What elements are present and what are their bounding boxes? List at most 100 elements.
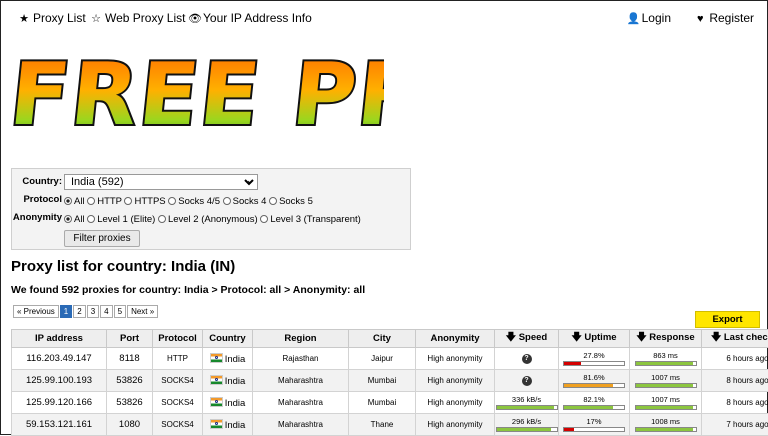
last-checked-cell: 6 hours ago: [702, 348, 768, 370]
speed-cell: ?: [495, 370, 559, 392]
col-header-port[interactable]: Port: [107, 330, 153, 348]
city-cell: Mumbai: [349, 370, 416, 392]
uptime-meter-fill: [564, 406, 613, 409]
col-header-city[interactable]: City: [349, 330, 416, 348]
anonymity-option-transparent[interactable]: Level 3 (Transparent): [260, 214, 360, 225]
ip-cell: 125.99.120.166: [12, 392, 107, 414]
anonymity-cell: High anonymity: [416, 348, 495, 370]
uptime-cell: 17%: [559, 414, 630, 436]
table-row: 125.99.120.16653826SOCKS4IndiaMaharashtr…: [12, 392, 768, 414]
protocol-option-all[interactable]: All: [64, 196, 85, 207]
city-cell: Jaipur: [349, 348, 416, 370]
star-outline-icon: ☆: [90, 12, 102, 25]
response-meter: [635, 405, 697, 410]
uptime-cell: 27.8%: [559, 348, 630, 370]
india-flag-icon: [210, 419, 223, 429]
proxy-table: IP address Port Protocol Country Region …: [11, 329, 768, 436]
filter-proxies-button[interactable]: Filter proxies: [64, 230, 140, 247]
country-select[interactable]: India (592): [64, 174, 258, 190]
region-cell: Maharashtra: [253, 414, 349, 436]
india-flag-icon: [210, 353, 223, 363]
protocol-option-http[interactable]: HTTP: [87, 196, 122, 207]
response-meter-fill: [636, 362, 693, 365]
anonymity-option-elite[interactable]: Level 1 (Elite): [87, 214, 155, 225]
results-summary: We found 592 proxies for country: India …: [11, 284, 365, 296]
col-header-last-checked[interactable]: 🡇 Last checked: [702, 330, 768, 348]
page-title: Proxy list for country: India (IN): [11, 258, 235, 275]
previous-page-button[interactable]: « Previous: [13, 305, 59, 318]
protocol-option-socks4[interactable]: Socks 4: [223, 196, 267, 207]
star-icon: ★: [18, 12, 30, 25]
last-checked-cell: 8 hours ago: [702, 370, 768, 392]
option-label: Socks 5: [279, 196, 313, 207]
next-page-button[interactable]: Next »: [127, 305, 158, 318]
protocol-options: All HTTP HTTPS Socks 4/5 Socks 4 Socks 5: [64, 196, 313, 207]
export-ip-port-button[interactable]: Export IP:Port: [695, 311, 760, 328]
col-header-response[interactable]: 🡇 Response: [630, 330, 702, 348]
radio-icon: [64, 215, 72, 223]
country-name: India: [225, 420, 246, 431]
page-button-1[interactable]: 1: [60, 305, 72, 318]
country-name: India: [225, 376, 246, 387]
page-button-3[interactable]: 3: [87, 305, 99, 318]
page-button-4[interactable]: 4: [100, 305, 112, 318]
last-checked-cell: 7 hours ago: [702, 414, 768, 436]
protocol-option-socks45[interactable]: Socks 4/5: [168, 196, 220, 207]
col-header-response-label: Response: [649, 332, 694, 343]
nav-web-proxy-list-label: Web Proxy List: [105, 11, 185, 25]
country-cell: India: [203, 348, 253, 370]
unknown-speed-icon: ?: [522, 354, 532, 364]
anonymity-cell: High anonymity: [416, 370, 495, 392]
anonymity-option-all[interactable]: All: [64, 214, 85, 225]
region-cell: Rajasthan: [253, 348, 349, 370]
response-value: 1007 ms: [630, 395, 701, 404]
protocol-cell: SOCKS4: [153, 370, 203, 392]
india-flag-icon: [210, 397, 223, 407]
port-cell: 53826: [107, 370, 153, 392]
page-button-5[interactable]: 5: [114, 305, 126, 318]
protocol-cell: SOCKS4: [153, 414, 203, 436]
radio-icon: [124, 197, 132, 205]
col-header-uptime-label: Uptime: [584, 332, 616, 343]
nav-proxy-list[interactable]: ★Proxy List: [18, 11, 86, 25]
col-header-speed[interactable]: 🡇 Speed: [495, 330, 559, 348]
sort-arrow-icon: 🡇: [506, 332, 516, 343]
option-label: All: [74, 214, 85, 225]
col-header-uptime[interactable]: 🡇 Uptime: [559, 330, 630, 348]
uptime-cell: 82.1%: [559, 392, 630, 414]
page-button-2[interactable]: 2: [73, 305, 85, 318]
response-meter-fill: [636, 384, 693, 387]
nav-register-label: Register: [709, 11, 754, 25]
protocol-option-https[interactable]: HTTPS: [124, 196, 165, 207]
top-nav: ★Proxy List ☆Web Proxy List 👁Your IP Add…: [18, 11, 754, 27]
nav-proxy-list-label: Proxy List: [33, 11, 86, 25]
response-cell: 1007 ms: [630, 370, 702, 392]
table-row: 116.203.49.1478118HTTPIndiaRajasthanJaip…: [12, 348, 768, 370]
nav-your-ip[interactable]: 👁Your IP Address Info: [188, 11, 312, 25]
col-header-ip[interactable]: IP address: [12, 330, 107, 348]
ip-cell: 125.99.100.193: [12, 370, 107, 392]
nav-register[interactable]: ♥Register: [694, 11, 754, 25]
col-header-anonymity[interactable]: Anonymity: [416, 330, 495, 348]
anonymity-cell: High anonymity: [416, 414, 495, 436]
user-icon: 👤: [627, 12, 639, 25]
anonymity-option-anonymous[interactable]: Level 2 (Anonymous): [158, 214, 258, 225]
unknown-speed-icon: ?: [522, 376, 532, 386]
protocol-option-socks5[interactable]: Socks 5: [269, 196, 313, 207]
nav-web-proxy-list[interactable]: ☆Web Proxy List: [90, 11, 185, 25]
table-row: 59.153.121.1611080SOCKS4IndiaMaharashtra…: [12, 414, 768, 436]
nav-login[interactable]: 👤Login: [627, 11, 671, 25]
country-label: Country:: [22, 176, 62, 187]
table-header-row: IP address Port Protocol Country Region …: [12, 330, 768, 348]
speed-value: 336 kB/s: [495, 395, 558, 404]
country-cell: India: [203, 414, 253, 436]
uptime-meter: [563, 427, 625, 432]
col-header-protocol[interactable]: Protocol: [153, 330, 203, 348]
response-cell: 1007 ms: [630, 392, 702, 414]
col-header-region[interactable]: Region: [253, 330, 349, 348]
col-header-speed-label: Speed: [519, 332, 548, 343]
col-header-country[interactable]: Country: [203, 330, 253, 348]
option-label: Socks 4: [233, 196, 267, 207]
sort-arrow-icon: 🡇: [571, 332, 581, 343]
sort-arrow-icon: 🡇: [711, 332, 721, 343]
